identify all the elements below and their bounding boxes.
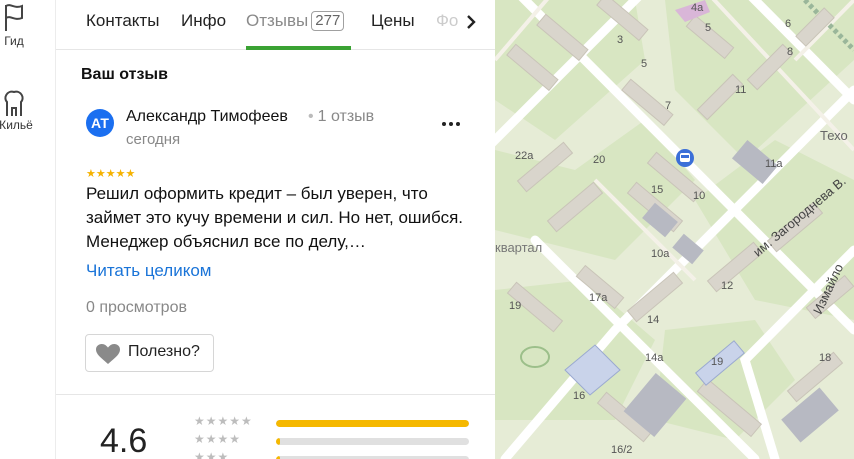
rail-item-label: Гид bbox=[4, 34, 24, 48]
building-number: 11а bbox=[765, 158, 783, 170]
divider bbox=[56, 394, 495, 395]
rail-item-guide[interactable]: Гид bbox=[0, 2, 42, 48]
building-number: 20 bbox=[593, 154, 606, 166]
heart-icon bbox=[96, 344, 120, 364]
review-stars: ★★★★★ bbox=[86, 168, 136, 180]
rating-distribution-row: ★★★★ bbox=[194, 432, 494, 448]
views-count: 0 просмотров bbox=[86, 299, 187, 316]
building-number: 14а bbox=[645, 352, 664, 364]
building-number: 5 bbox=[705, 22, 712, 34]
distribution-stars: ★★★ bbox=[194, 450, 230, 459]
building-number: 6 bbox=[785, 18, 792, 30]
helpful-label: Полезно? bbox=[128, 343, 200, 360]
tab-photos[interactable]: Фо bbox=[436, 11, 458, 31]
rating-distribution-row: ★★★★★ bbox=[194, 414, 494, 430]
building-number: 10 bbox=[693, 190, 706, 202]
poi-label[interactable]: Техо bbox=[820, 128, 848, 143]
active-tab-indicator bbox=[246, 46, 351, 50]
author-name[interactable]: Александр Тимофеев bbox=[126, 108, 288, 126]
district-label: квартал bbox=[495, 240, 543, 255]
building-number: 17а bbox=[589, 292, 608, 304]
building-number: 4а bbox=[691, 2, 704, 14]
map-canvas bbox=[495, 0, 854, 459]
tab-bar: Контакты Инфо Отзывы 277 Цены Фо bbox=[56, 0, 495, 50]
review-date: сегодня bbox=[126, 131, 181, 148]
chevron-right-icon[interactable] bbox=[461, 12, 481, 32]
tab-contacts[interactable]: Контакты bbox=[86, 11, 159, 31]
building-number: 19 bbox=[711, 356, 724, 368]
map-view[interactable]: 4а 5 3 5 7 11 8 22а 20 15 10 11а 10а 19 17а 12 14 14а 16 19… bbox=[495, 0, 854, 459]
building-number: 10а bbox=[651, 248, 670, 260]
distribution-bar-fill bbox=[276, 438, 280, 445]
building-number: 15 bbox=[651, 184, 664, 196]
bus-stop-icon[interactable] bbox=[676, 149, 694, 167]
building-number: 14 bbox=[647, 314, 660, 326]
building-number: 19 bbox=[509, 300, 522, 312]
distribution-bar bbox=[276, 420, 469, 427]
review-card: АТ Александр Тимофеев • 1 отзыв сегодня ★… bbox=[56, 96, 495, 396]
place-panel: Контакты Инфо Отзывы 277 Цены Фо Ваш отзы… bbox=[56, 0, 495, 459]
building-number: 3 bbox=[617, 34, 624, 46]
rail-item-housing[interactable]: Жильё bbox=[0, 88, 42, 132]
building-number: 18 bbox=[819, 352, 832, 364]
flag-icon bbox=[5, 4, 23, 31]
distribution-bar-fill bbox=[276, 420, 469, 427]
more-options-icon[interactable] bbox=[439, 114, 463, 134]
author-reviews-count-text: 1 отзыв bbox=[317, 108, 375, 125]
read-more-link[interactable]: Читать целиком bbox=[86, 261, 212, 281]
helpful-button[interactable]: Полезно? bbox=[85, 334, 214, 372]
building-number: 8 bbox=[787, 46, 794, 58]
building-number: 16/2 bbox=[611, 444, 633, 456]
distribution-stars: ★★★★★ bbox=[194, 414, 253, 428]
reviews-count-badge: 277 bbox=[311, 11, 345, 31]
overall-rating: 4.6 bbox=[100, 422, 148, 459]
building-number: 5 bbox=[641, 58, 648, 70]
author-reviews-count: • 1 отзыв bbox=[308, 108, 374, 126]
building-number: 11 bbox=[735, 84, 747, 96]
section-title: Ваш отзыв bbox=[81, 66, 168, 83]
tab-prices[interactable]: Цены bbox=[371, 11, 415, 31]
avatar[interactable]: АТ bbox=[86, 109, 114, 137]
review-text: Решил оформить кредит – был уверен, что … bbox=[86, 184, 464, 251]
distribution-stars: ★★★★ bbox=[194, 432, 242, 446]
building-number: 16 bbox=[573, 390, 586, 402]
tab-reviews[interactable]: Отзывы 277 bbox=[246, 11, 345, 32]
building-number: 7 bbox=[665, 100, 672, 112]
left-rail: Гид Жильё bbox=[0, 0, 56, 459]
building-number: 12 bbox=[721, 280, 734, 292]
rating-distribution-row: ★★★ bbox=[194, 450, 494, 459]
building-number: 22а bbox=[515, 150, 534, 162]
house-icon bbox=[4, 90, 24, 116]
tab-reviews-label: Отзывы bbox=[246, 11, 309, 30]
rail-item-label: Жильё bbox=[0, 118, 33, 132]
tab-info[interactable]: Инфо bbox=[181, 11, 226, 31]
separator-dot: • bbox=[308, 108, 314, 125]
distribution-bar bbox=[276, 438, 469, 445]
